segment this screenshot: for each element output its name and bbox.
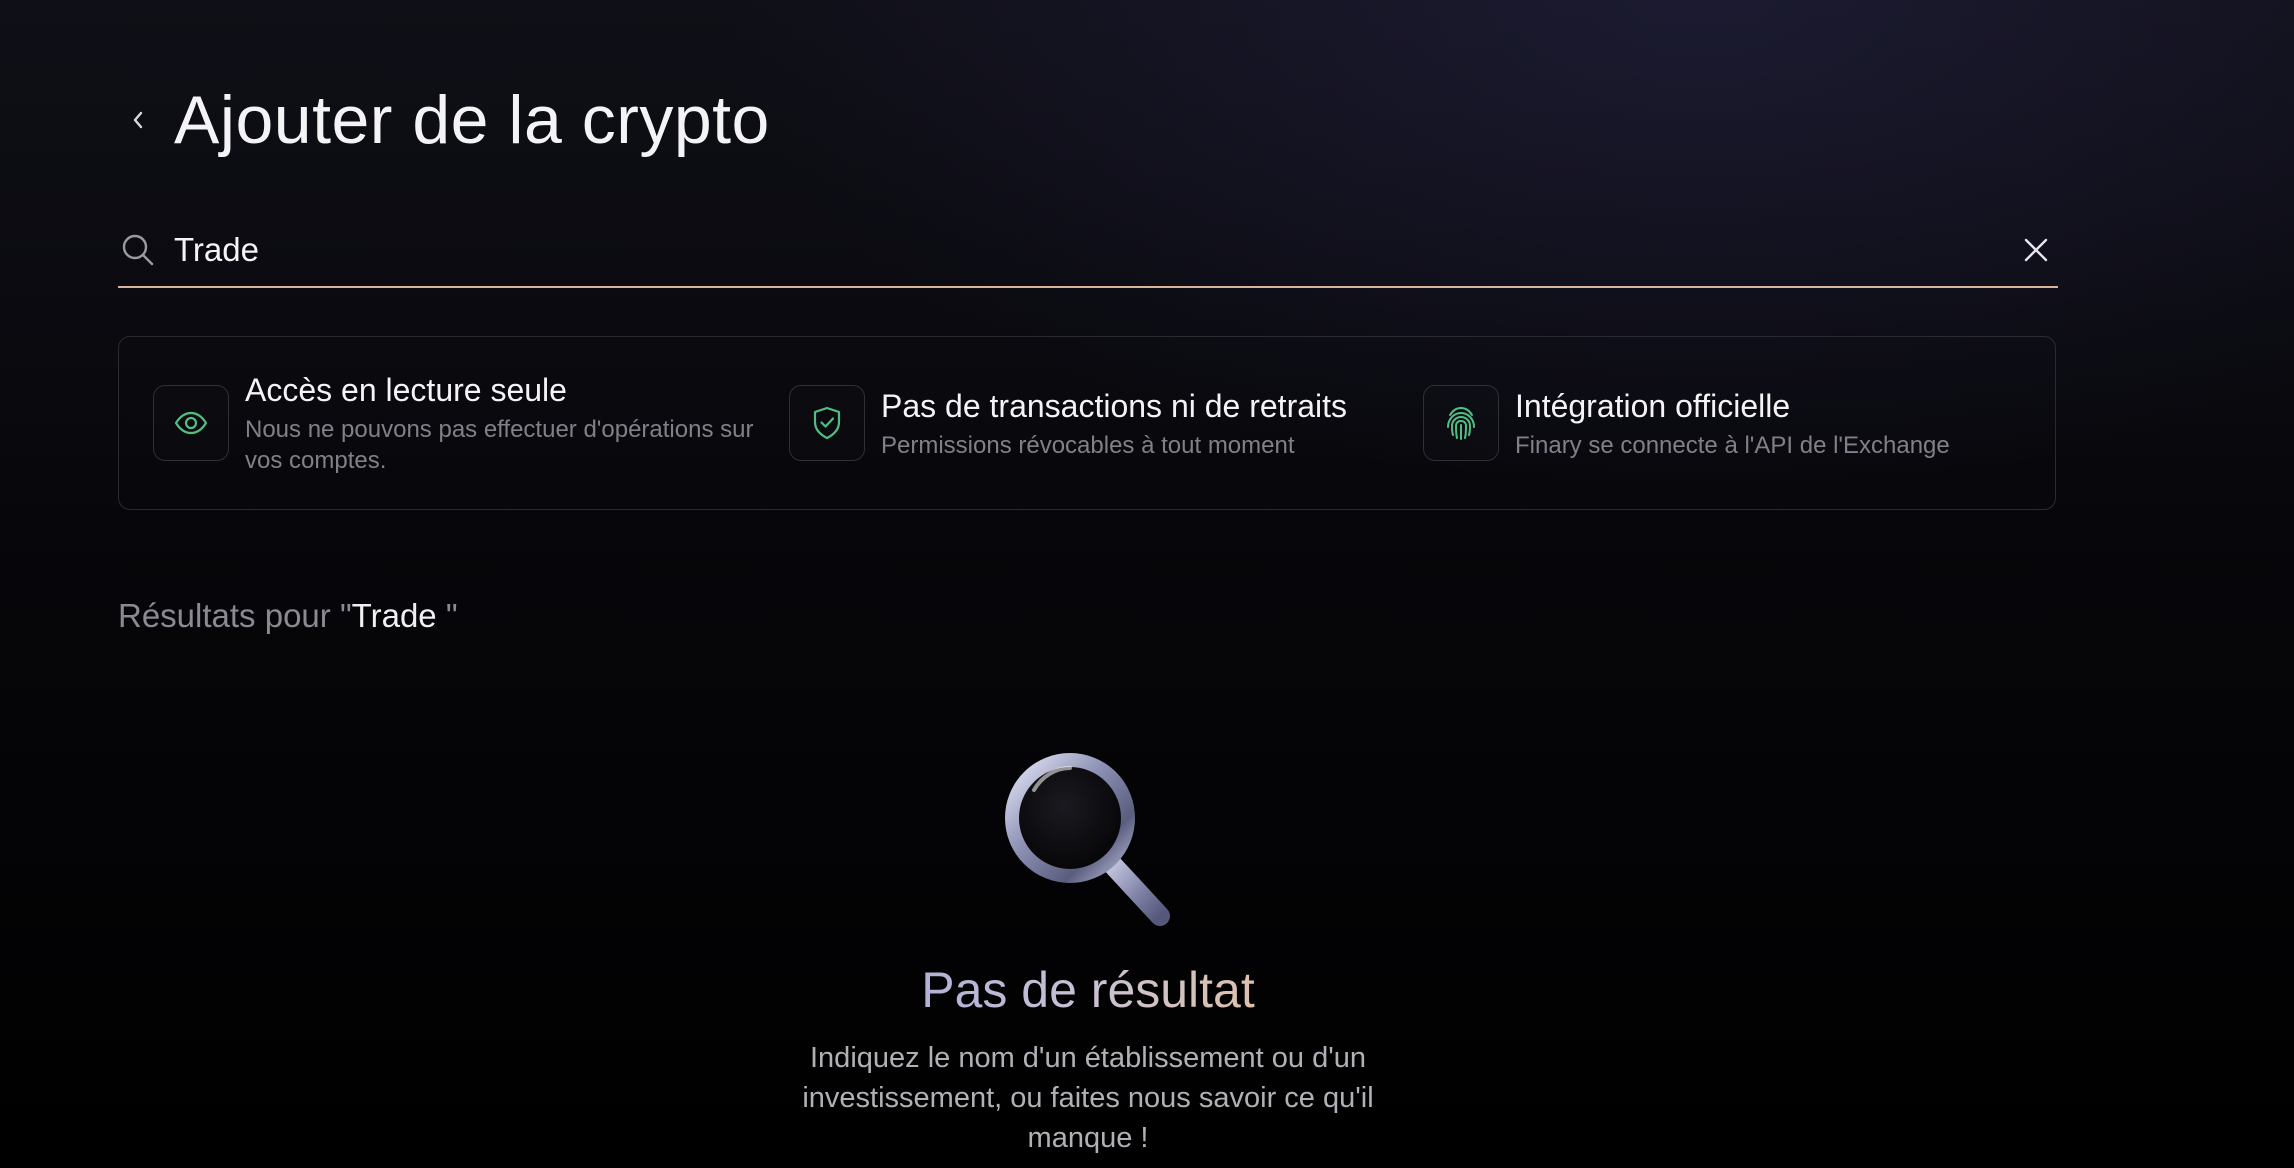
empty-state-description: Indiquez le nom d'un établissement ou d'… xyxy=(802,1042,1374,1154)
feature-read-only: Accès en lecture seule Nous ne pouvons p… xyxy=(153,370,789,476)
clear-search-button[interactable] xyxy=(2016,230,2056,270)
eye-icon xyxy=(153,385,229,461)
feature-title: Accès en lecture seule xyxy=(245,372,567,408)
feature-official-integration: Intégration officielle Finary se connect… xyxy=(1423,385,1983,461)
page-title: Ajouter de la crypto xyxy=(174,82,770,158)
results-heading: Résultats pour "Trade " xyxy=(118,594,458,638)
close-icon xyxy=(2024,238,2048,262)
feature-description: Nous ne pouvons pas effectuer d'opératio… xyxy=(245,416,754,474)
search-bar xyxy=(118,214,2058,288)
shield-check-icon xyxy=(789,385,865,461)
search-input[interactable] xyxy=(174,231,2016,269)
feature-description: Finary se connecte à l'API de l'Exchange xyxy=(1515,431,1950,459)
chevron-left-icon xyxy=(133,111,143,129)
empty-state: Pas de résultat Indiquez le nom d'un éta… xyxy=(0,740,2176,1158)
feature-no-transactions: Pas de transactions ni de retraits Permi… xyxy=(789,385,1423,461)
empty-state-title: Pas de résultat xyxy=(921,962,1255,1018)
back-button[interactable] xyxy=(118,95,158,145)
feature-description: Permissions révocables à tout moment xyxy=(881,431,1295,459)
feature-title: Pas de transactions ni de retraits xyxy=(881,387,1348,424)
fingerprint-icon xyxy=(1423,385,1499,461)
search-icon xyxy=(120,231,158,269)
security-features-panel: Accès en lecture seule Nous ne pouvons p… xyxy=(118,336,2056,510)
results-query: Trade xyxy=(351,597,437,634)
page-header: Ajouter de la crypto xyxy=(118,70,770,170)
results-prefix: Résultats pour " xyxy=(118,597,352,634)
magnifier-illustration xyxy=(1005,753,1170,926)
results-suffix: " xyxy=(436,597,458,634)
feature-title: Intégration officielle xyxy=(1515,387,1791,424)
